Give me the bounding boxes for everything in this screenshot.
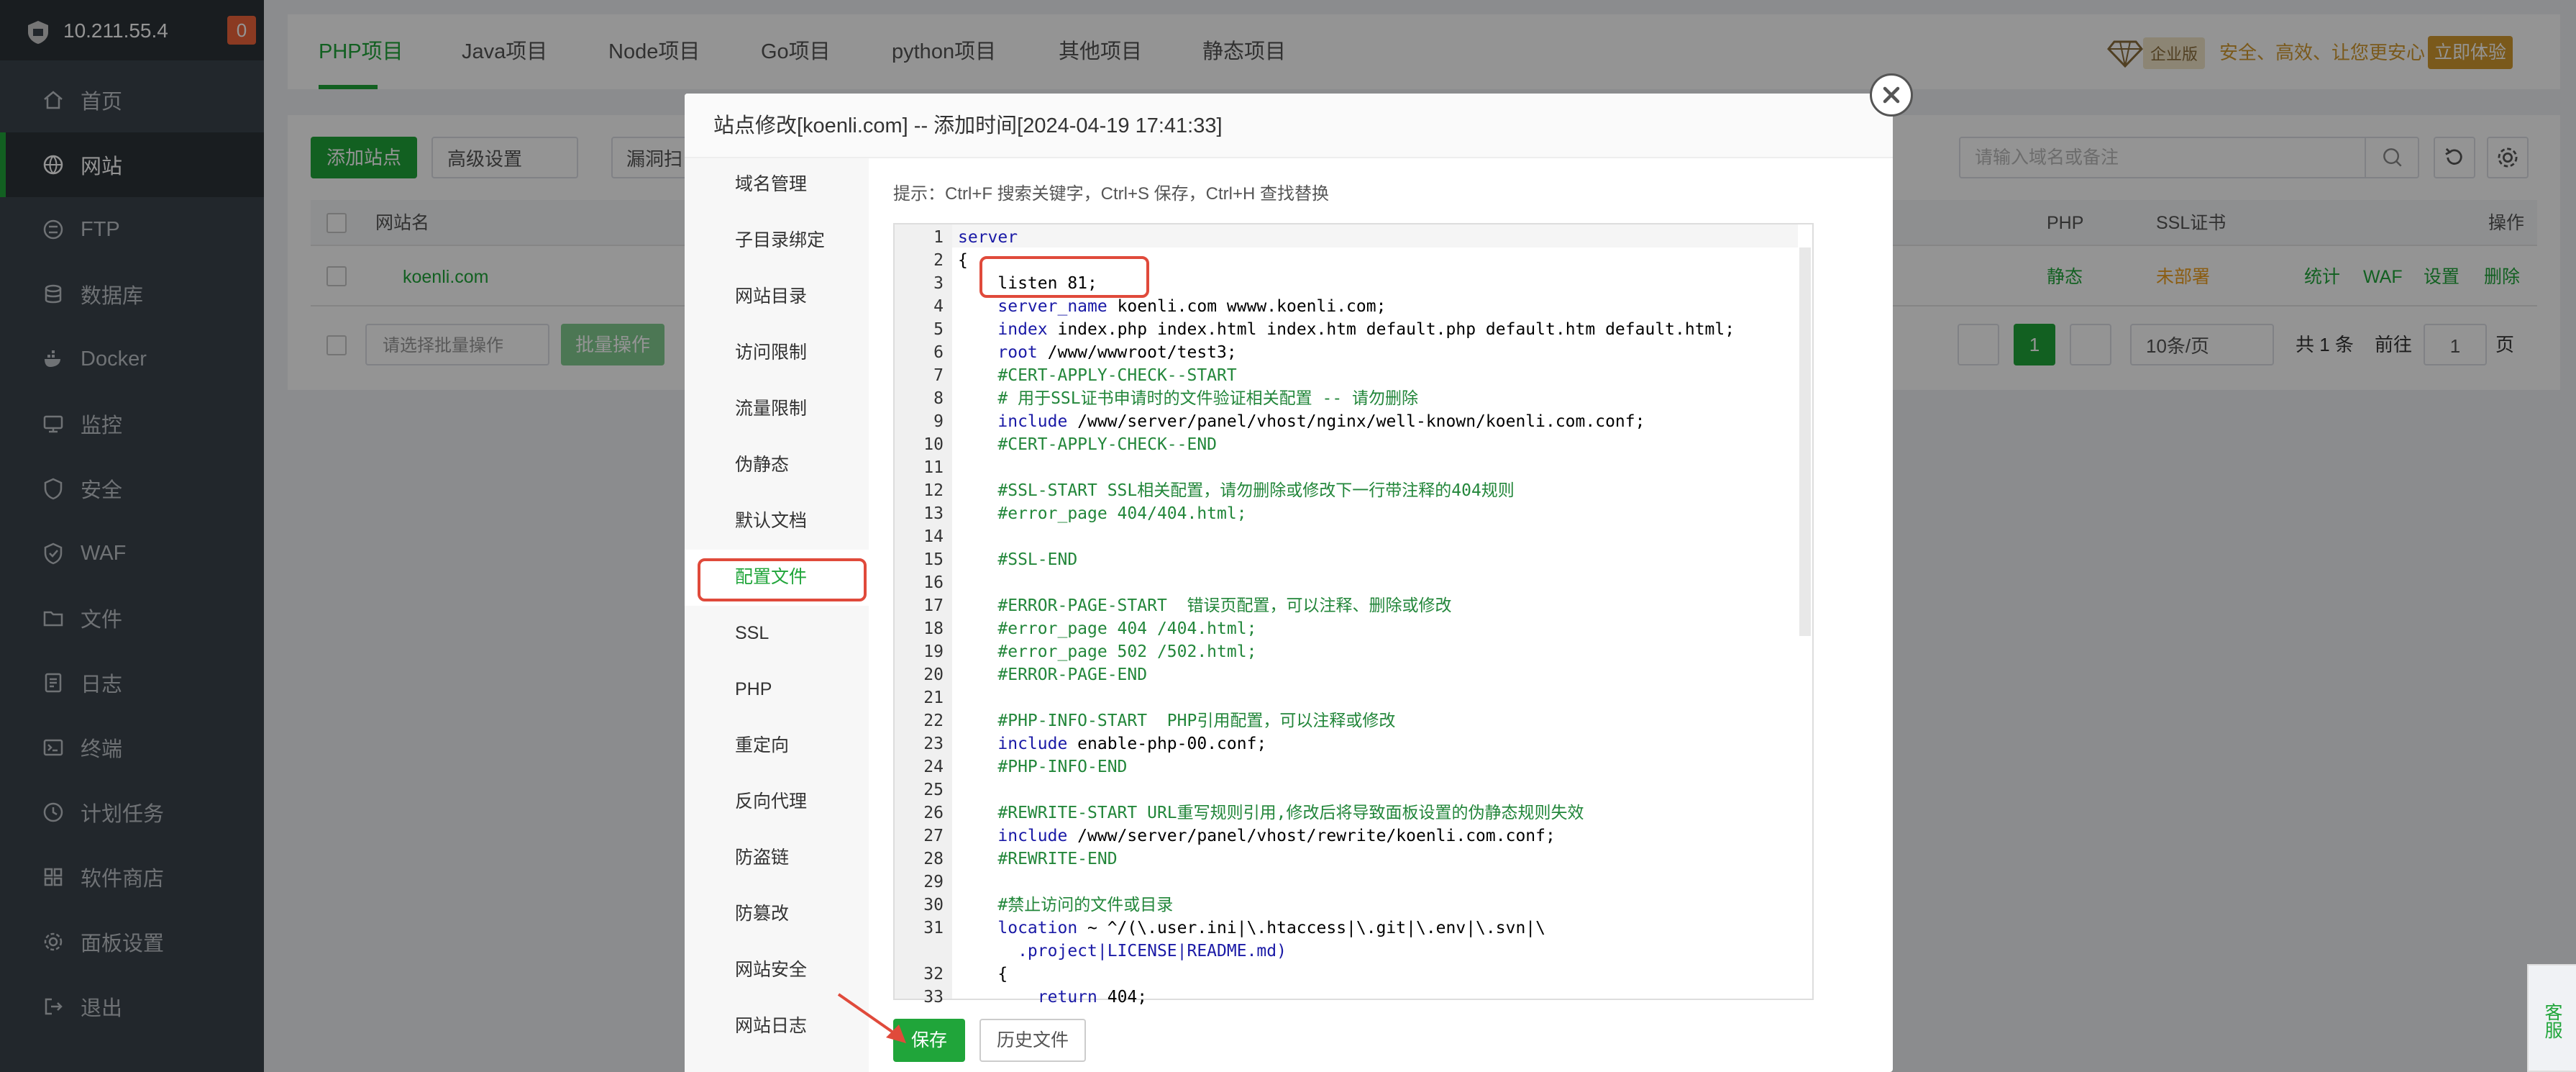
dialog-nav-access-limit[interactable]: 访问限制: [735, 338, 807, 367]
code-line: #error_page 502 /502.html;: [958, 642, 1257, 661]
customer-service-button[interactable]: 客服: [2527, 964, 2576, 1072]
code-line: index index.php index.html index.htm def…: [997, 320, 1735, 339]
dialog-nav-site-log[interactable]: 网站日志: [735, 1012, 807, 1040]
line-number: 3: [933, 274, 944, 293]
line-number: 20: [923, 666, 944, 684]
dialog-nav-traffic-limit[interactable]: 流量限制: [735, 394, 807, 423]
line-number: 14: [923, 527, 944, 546]
dialog-nav-php[interactable]: PHP: [735, 675, 772, 704]
line-number: 4: [933, 297, 944, 316]
dialog-nav-site-security[interactable]: 网站安全: [735, 955, 807, 984]
keyword: root: [997, 343, 1038, 362]
line-number: 31: [923, 919, 944, 937]
arrow-annotation-icon: [837, 993, 906, 1043]
code-line: #CERT-APPLY-CHECK--END: [958, 435, 1218, 454]
line-number: 5: [933, 320, 944, 339]
dialog-nav-reverse-proxy[interactable]: 反向代理: [735, 787, 807, 816]
code-line: #REWRITE-START URL重写规则引用,修改后将导致面板设置的伪静态规…: [958, 804, 1584, 822]
line-number: 15: [923, 550, 944, 569]
close-icon[interactable]: [1870, 73, 1913, 117]
dialog-title: 站点修改[koenli.com] -- 添加时间[2024-04-19 17:4…: [713, 114, 1223, 137]
line-number: 28: [923, 850, 944, 868]
code-line: location ~ ^/(\.user.ini|\.htaccess|\.gi…: [997, 919, 1545, 937]
keyword: include: [997, 412, 1068, 431]
line-number: 30: [923, 896, 944, 914]
dialog-nav-ssl[interactable]: SSL: [735, 619, 769, 648]
line-number: 13: [923, 504, 944, 523]
dialog-nav-redirect[interactable]: 重定向: [735, 731, 789, 760]
code-line: #CERT-APPLY-CHECK--START: [958, 366, 1237, 385]
dialog-nav-tamper[interactable]: 防篡改: [735, 899, 789, 928]
code-line: #REWRITE-END: [958, 850, 1118, 868]
line-number: 29: [923, 873, 944, 891]
history-files-button[interactable]: 历史文件: [979, 1019, 1086, 1062]
code-line: #ERROR-PAGE-END: [958, 666, 1148, 684]
line-number: 17: [923, 596, 944, 615]
code-line: return 404;: [1037, 988, 1148, 1007]
line-number: 6: [933, 343, 944, 362]
code-line: #SSL-END: [958, 550, 1078, 569]
active-line: [952, 224, 1798, 247]
dialog-nav-hotlink[interactable]: 防盗链: [735, 843, 789, 872]
code-line: {: [958, 965, 1008, 984]
code-line: #ERROR-PAGE-START 错误页配置，可以注释、删除或修改: [958, 596, 1452, 615]
keyword: index: [997, 320, 1048, 339]
line-number: 2: [933, 251, 944, 270]
code-line: {: [958, 251, 968, 270]
line-number: 27: [923, 827, 944, 845]
line-number: 26: [923, 804, 944, 822]
line-number: 21: [923, 689, 944, 707]
line-number: 12: [923, 481, 944, 500]
keyword: include: [997, 827, 1068, 845]
line-number: 19: [923, 642, 944, 661]
code-line: include /www/server/panel/vhost/nginx/we…: [997, 412, 1645, 431]
code-line: .project|LICENSE|README.md): [958, 942, 1287, 960]
code-line: #PHP-INFO-END: [958, 758, 1128, 776]
code-line: #PHP-INFO-START PHP引用配置，可以注释或修改: [958, 712, 1396, 730]
editor-tip: 提示：Ctrl+F 搜索关键字，Ctrl+S 保存，Ctrl+H 查找替换: [893, 184, 1330, 204]
keyword: return: [1037, 988, 1097, 1007]
line-number: 8: [933, 389, 944, 408]
code-line: #SSL-START SSL相关配置，请勿删除或修改下一行带注释的404规则: [958, 481, 1515, 500]
customer-service-label: 客服: [2542, 1003, 2562, 1039]
dialog-nav-rewrite[interactable]: 伪静态: [735, 450, 789, 479]
line-number: 7: [933, 366, 944, 385]
line-number: 18: [923, 619, 944, 638]
line-number: 25: [923, 781, 944, 799]
line-number: [895, 940, 944, 963]
dialog-nav-domain[interactable]: 域名管理: [735, 170, 807, 199]
dialog-nav-default-doc[interactable]: 默认文档: [735, 507, 807, 535]
line-number: 22: [923, 712, 944, 730]
line-number: 11: [923, 458, 944, 477]
code-line: server: [958, 228, 1018, 247]
line-number: 23: [923, 735, 944, 753]
line-number: 9: [933, 412, 944, 431]
code-line: server_name koenli.com wwww.koenli.com;: [997, 297, 1387, 316]
code-line: include enable-php-00.conf;: [997, 735, 1267, 753]
keyword: include: [997, 735, 1068, 753]
code-line: #error_page 404 /404.html;: [958, 619, 1257, 638]
line-number: 32: [923, 965, 944, 984]
code-line: root /www/wwwroot/test3;: [997, 343, 1237, 362]
line-number: 10: [923, 435, 944, 454]
keyword: server_name: [997, 297, 1107, 316]
keyword: location: [997, 919, 1078, 937]
code-line: include /www/server/panel/vhost/rewrite/…: [997, 827, 1556, 845]
dialog-nav-site-dir[interactable]: 网站目录: [735, 282, 807, 311]
dialog-nav-subdir[interactable]: 子目录绑定: [735, 226, 825, 255]
highlight-box: [979, 256, 1149, 298]
line-number: 1: [933, 228, 944, 247]
highlight-box: [698, 558, 867, 601]
editor-scrollbar[interactable]: [1799, 247, 1811, 636]
line-number: 24: [923, 758, 944, 776]
code-line: #禁止访问的文件或目录: [958, 896, 1174, 914]
line-number: 16: [923, 573, 944, 592]
code-line: #error_page 404/404.html;: [958, 504, 1247, 523]
code-line: # 用于SSL证书申请时的文件验证相关配置 -- 请勿删除: [958, 389, 1419, 408]
